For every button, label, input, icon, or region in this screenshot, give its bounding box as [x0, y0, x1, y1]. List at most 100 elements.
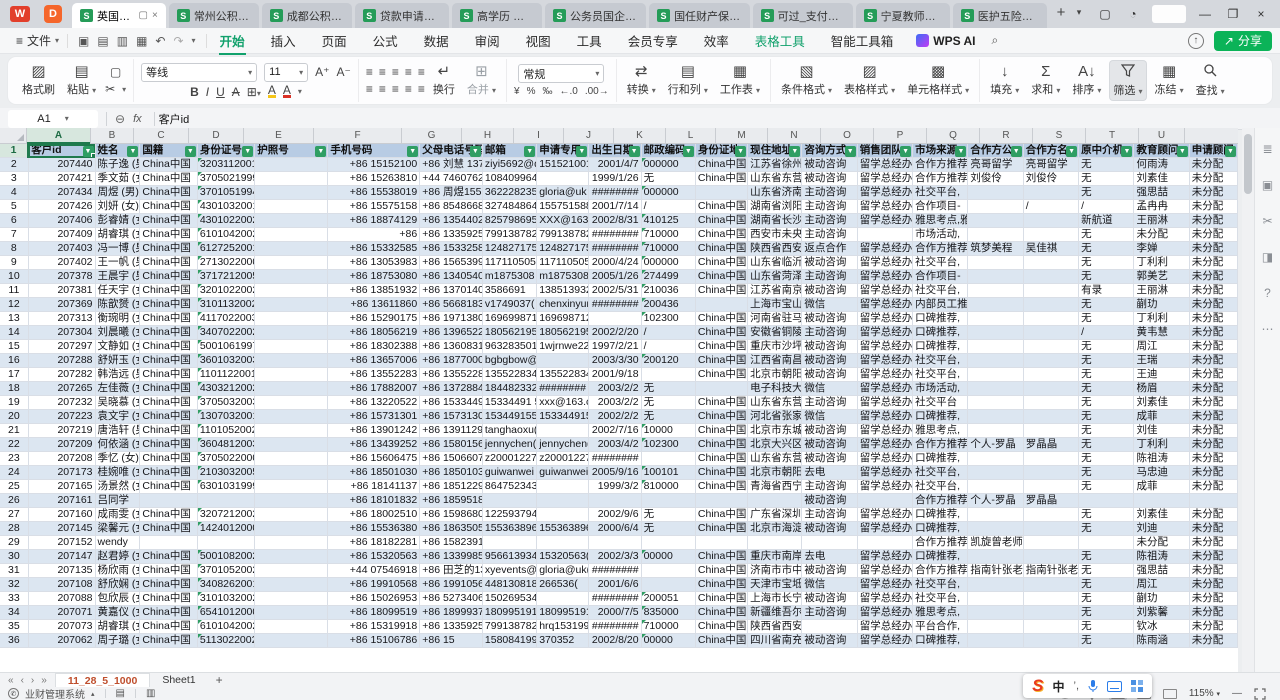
- cell-H34[interactable]: 180995191: [482, 606, 536, 620]
- sheet-nav-arrow-icon[interactable]: «: [8, 675, 14, 686]
- cell-O30[interactable]: 留学总经办: [857, 550, 912, 564]
- rail-select-icon[interactable]: ▣: [1262, 178, 1273, 192]
- cell-K23[interactable]: [641, 452, 695, 466]
- cell-J25[interactable]: 1999/3/2: [589, 480, 641, 494]
- cell-N7[interactable]: 主动咨询: [802, 228, 857, 242]
- cell-F26[interactable]: +86 18101832: [328, 494, 420, 508]
- cell-I7[interactable]: 799138782: [537, 228, 589, 242]
- cell-O23[interactable]: 留学总经办: [857, 452, 912, 466]
- cell-O18[interactable]: 留学总经办: [857, 382, 912, 396]
- app-indicator[interactable]: 业财管理系统: [25, 686, 85, 700]
- cell-Q8[interactable]: 筑梦美程: [968, 242, 1023, 256]
- cell-F30[interactable]: +86 15320563: [328, 550, 420, 564]
- cell-T4[interactable]: 强思喆: [1134, 186, 1189, 200]
- cell-H13[interactable]: 169699871(: [482, 312, 536, 326]
- cell-H28[interactable]: 155363896: [482, 522, 536, 536]
- cell-G8[interactable]: +86 1533258500: [420, 242, 483, 256]
- filter-dropdown-icon[interactable]: ▼: [1177, 146, 1188, 157]
- header-cell-N1[interactable]: 咨询方式▼: [802, 144, 857, 158]
- cell-Q10[interactable]: [968, 270, 1023, 284]
- cell-U8[interactable]: 未分配: [1189, 242, 1237, 256]
- cell-K18[interactable]: 无: [641, 382, 695, 396]
- cell-I13[interactable]: 169698712: [537, 312, 589, 326]
- cell-H35[interactable]: 799138782: [482, 620, 536, 634]
- row-number[interactable]: 9: [0, 256, 28, 270]
- cell-E6[interactable]: [255, 214, 328, 228]
- cell-M4[interactable]: 山东省济南: [748, 186, 802, 200]
- cell-L11[interactable]: China中国: [695, 284, 747, 298]
- cell-B32[interactable]: 舒欣娴 (女: [95, 578, 140, 592]
- filter-dropdown-icon[interactable]: ▼: [127, 146, 138, 157]
- filter-dropdown-icon[interactable]: ▼: [242, 146, 253, 157]
- column-header-D[interactable]: D: [189, 128, 244, 143]
- column-header-S[interactable]: S: [1033, 128, 1086, 143]
- cell-N12[interactable]: 微信: [802, 298, 857, 312]
- name-box[interactable]: A1 ▾: [8, 110, 98, 128]
- cell-R4[interactable]: [1023, 186, 1078, 200]
- cell-A2[interactable]: 207440: [28, 158, 95, 172]
- cell-S19[interactable]: 无: [1079, 396, 1134, 410]
- cell-A17[interactable]: 207282: [28, 368, 95, 382]
- row-number[interactable]: 6: [0, 214, 28, 228]
- cell-U24[interactable]: 未分配: [1189, 466, 1237, 480]
- copy-icon[interactable]: ▢: [110, 65, 121, 79]
- cell-I34[interactable]: 180995191: [537, 606, 589, 620]
- row-number[interactable]: 4: [0, 186, 28, 200]
- cell-O33[interactable]: 留学总经办: [857, 592, 912, 606]
- cell-K32[interactable]: [641, 578, 695, 592]
- cell-S25[interactable]: 无: [1079, 480, 1134, 494]
- cell-F18[interactable]: +86 17882007: [328, 382, 420, 396]
- row-number[interactable]: 27: [0, 508, 28, 522]
- cell-N34[interactable]: 主动咨询: [802, 606, 857, 620]
- cell-T31[interactable]: 强思喆: [1134, 564, 1189, 578]
- cell-P36[interactable]: 口碑推荐,: [913, 634, 968, 648]
- close-tab-icon[interactable]: ×: [152, 10, 158, 21]
- cell-O24[interactable]: 留学总经办: [857, 466, 912, 480]
- cell-L26[interactable]: [695, 494, 747, 508]
- cell-H5[interactable]: 327484864: [482, 200, 536, 214]
- cell-B36[interactable]: 周子璐 (女: [95, 634, 140, 648]
- restore-button[interactable]: ❐: [1220, 3, 1246, 25]
- rail-more-icon[interactable]: ⋯: [1262, 322, 1274, 336]
- cell-D36[interactable]: 511302200208200025: [197, 634, 254, 648]
- cell-A25[interactable]: 207165: [28, 480, 95, 494]
- cell-I17[interactable]: 135522834(: [537, 368, 589, 382]
- cell-C15[interactable]: China中国: [140, 340, 197, 354]
- cell-H32[interactable]: 448130818(: [482, 578, 536, 592]
- cell-E19[interactable]: [255, 396, 328, 410]
- cell-N27[interactable]: 主动咨询: [802, 508, 857, 522]
- cell-T7[interactable]: 未分配: [1134, 228, 1189, 242]
- cell-H12[interactable]: v1749037(: [482, 298, 536, 312]
- cell-C21[interactable]: China中国: [140, 424, 197, 438]
- cell-L18[interactable]: [695, 382, 747, 396]
- cell-F2[interactable]: +86 15152100: [328, 158, 420, 172]
- filter-dropdown-icon[interactable]: ▼: [1225, 146, 1236, 157]
- cell-I11[interactable]: 1385139326: [537, 284, 589, 298]
- tab-开始[interactable]: 开始: [207, 27, 258, 54]
- cell-Q2[interactable]: 亮哥留学: [968, 158, 1023, 172]
- cell-J3[interactable]: 1999/1/26: [589, 172, 641, 186]
- globe-icon[interactable]: ◔: [1120, 3, 1146, 25]
- cell-T2[interactable]: 何雨涛: [1134, 158, 1189, 172]
- cell-A15[interactable]: 207297: [28, 340, 95, 354]
- cell-H14[interactable]: 180562195: [482, 326, 536, 340]
- cell-B13[interactable]: 衡琬明 (女: [95, 312, 140, 326]
- cell-O3[interactable]: 留学总经办: [857, 172, 912, 186]
- cell-S20[interactable]: 无: [1079, 410, 1134, 424]
- cell-B29[interactable]: wendy: [95, 536, 140, 550]
- cell-Q29[interactable]: 凯旋曾老师: [968, 536, 1023, 550]
- cell-O16[interactable]: 留学总经办: [857, 354, 912, 368]
- preview-icon[interactable]: ▦: [136, 34, 147, 48]
- column-header-O[interactable]: O: [821, 128, 874, 143]
- cell-E26[interactable]: [255, 494, 328, 508]
- cell-B21[interactable]: 唐浩轩 (男: [95, 424, 140, 438]
- cell-K25[interactable]: 810000: [641, 480, 695, 494]
- cell-B30[interactable]: 赵君婷 (女: [95, 550, 140, 564]
- cell-T30[interactable]: 陈祖涛: [1134, 550, 1189, 564]
- cell-K33[interactable]: 200051: [641, 592, 695, 606]
- filter-dropdown-icon[interactable]: ▼: [955, 146, 966, 157]
- cell-U19[interactable]: 未分配: [1189, 396, 1237, 410]
- cell-G4[interactable]: +86 周煜155380: [420, 186, 483, 200]
- cell-S35[interactable]: 无: [1079, 620, 1134, 634]
- cell-M3[interactable]: 山东省东营: [748, 172, 802, 186]
